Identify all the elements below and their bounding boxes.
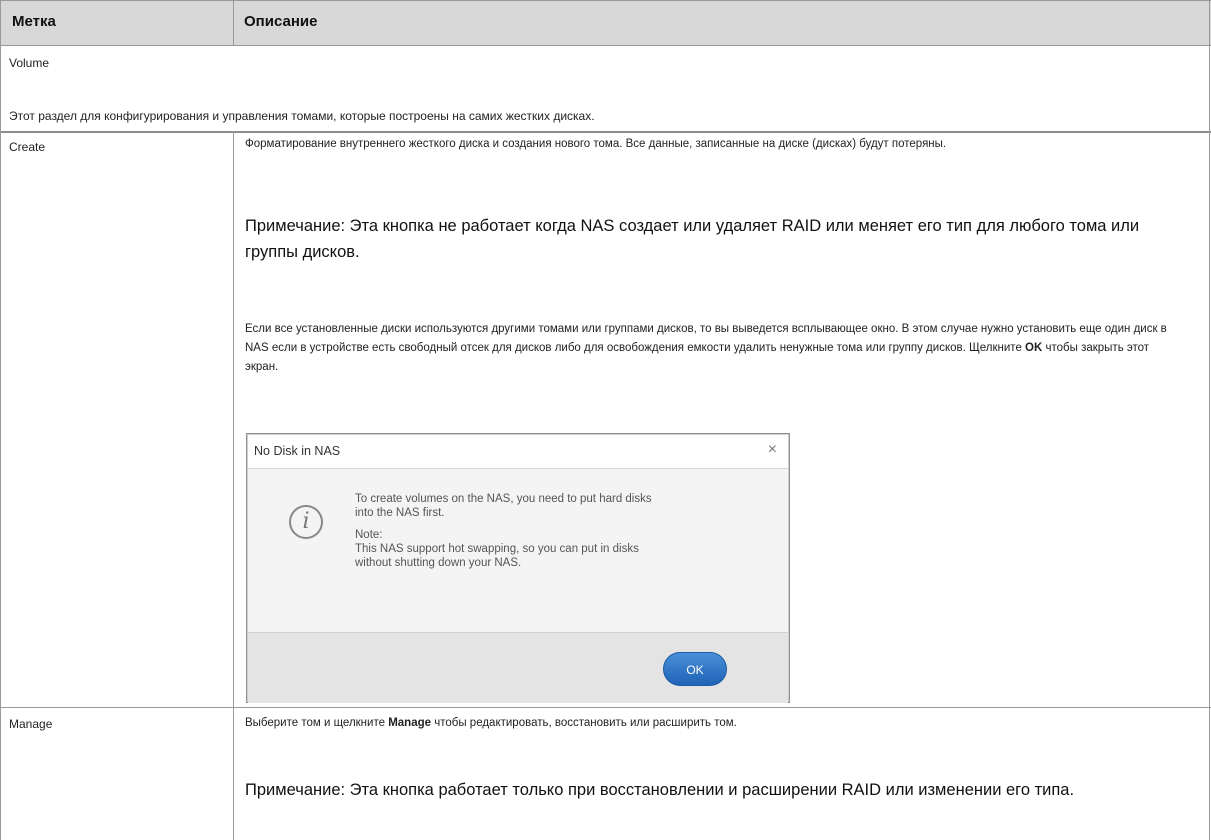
- dialog-body: i To create volumes on the NAS, you need…: [248, 468, 788, 632]
- manage-note: Примечание: Эта кнопка работает только п…: [245, 781, 1075, 799]
- table-header: Метка Описание: [0, 0, 1211, 45]
- description-table: Метка Описание Volume Этот раздел для ко…: [0, 0, 1211, 840]
- header-label-column: Метка: [12, 13, 56, 30]
- divider: [0, 131, 1211, 133]
- info-icon: i: [289, 505, 323, 539]
- dialog-title: No Disk in NAS: [254, 444, 341, 458]
- table-border-top: [0, 0, 1211, 1]
- manage-description: Выберите том и щелкните Manage чтобы ред…: [245, 717, 737, 729]
- dialog-message-line-1: To create volumes on the NAS, you need t…: [355, 493, 652, 505]
- dialog-footer: OK: [248, 632, 788, 703]
- dialog-message-line-2: into the NAS first.: [355, 507, 445, 519]
- column-divider: [233, 131, 234, 840]
- manage-text-pre: Выберите том и щелкните: [245, 717, 385, 729]
- section-title: Volume: [9, 56, 50, 70]
- create-popup-explanation: Если все установленные диски используютс…: [245, 320, 1175, 377]
- manage-keyword: Manage: [388, 717, 432, 729]
- create-description: Форматирование внутреннего жесткого диск…: [245, 138, 947, 150]
- no-disk-dialog: No Disk in NAS × i To create volumes on …: [246, 433, 790, 703]
- divider: [0, 45, 1211, 46]
- create-note: Примечание: Эта кнопка не работает когда…: [245, 217, 1140, 261]
- row-label-manage: Manage: [9, 717, 53, 731]
- dialog-note-line-2: without shutting down your NAS.: [355, 557, 522, 569]
- info-icon-glyph: i: [302, 509, 310, 534]
- header-description-column: Описание: [244, 13, 318, 30]
- column-divider: [233, 0, 234, 46]
- divider: [0, 707, 1211, 708]
- table-border-right: [1209, 0, 1210, 840]
- section-description: Этот раздел для конфигурирования и управ…: [9, 109, 595, 123]
- dialog-note-label: Note:: [355, 529, 383, 541]
- manage-text-post: чтобы редактировать, восстановить или ра…: [434, 717, 737, 729]
- ok-keyword: OK: [1025, 342, 1043, 354]
- dialog-note-line-1: This NAS support hot swapping, so you ca…: [355, 543, 639, 555]
- ok-button[interactable]: OK: [663, 652, 727, 686]
- close-icon[interactable]: ×: [768, 441, 777, 459]
- table-border-left: [0, 0, 1, 840]
- row-label-create: Create: [9, 140, 46, 154]
